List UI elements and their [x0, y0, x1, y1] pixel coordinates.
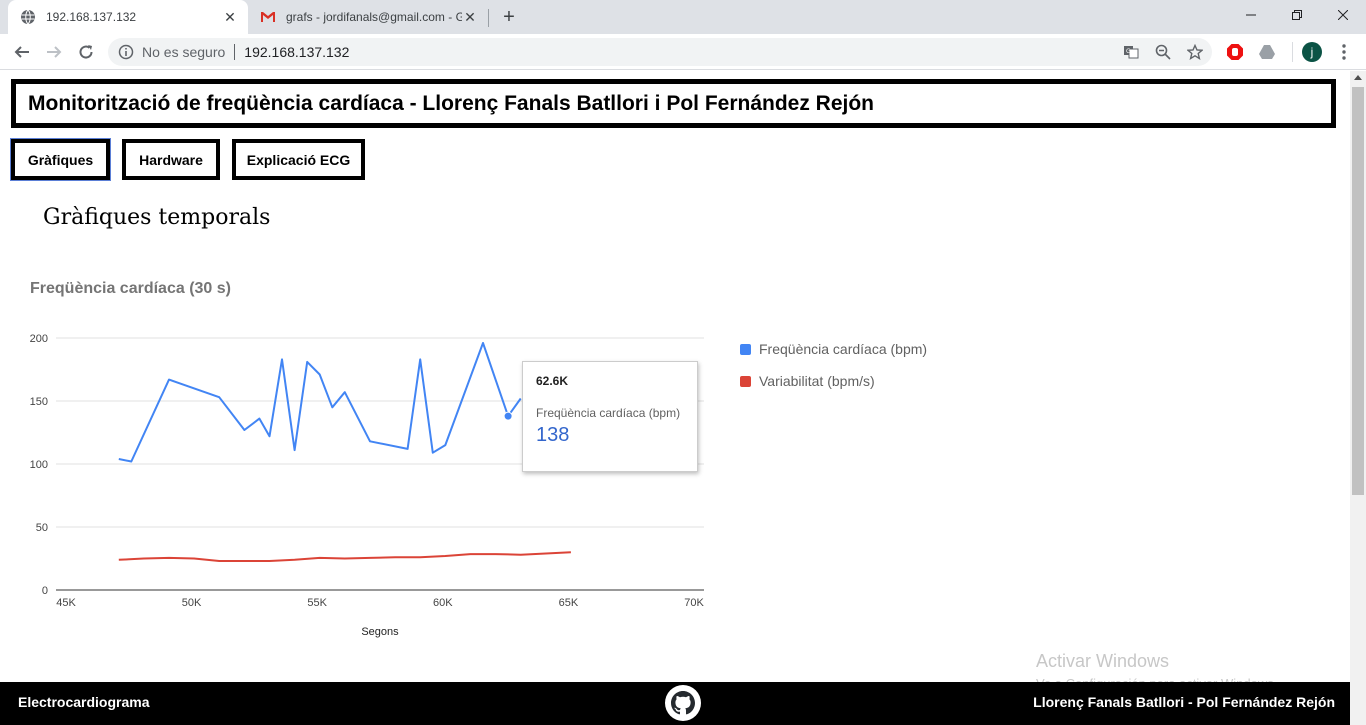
page-viewport: Monitorització de freqüència cardíaca - …	[0, 71, 1350, 725]
y-tick-label: 50	[36, 522, 48, 534]
section-title: Gràfiques temporals	[43, 205, 271, 230]
forward-arrow-icon[interactable]	[40, 38, 68, 66]
minimize-icon[interactable]	[1228, 0, 1274, 30]
tooltip-x-value: 62.6K	[536, 374, 569, 388]
close-icon[interactable]: ✕	[462, 9, 478, 25]
chart-title: Freqüència cardíaca (30 s)	[30, 280, 231, 297]
x-tick-label: 45K	[56, 597, 76, 609]
highlighted-point[interactable]	[503, 411, 513, 421]
page-header: Monitorització de freqüència cardíaca - …	[11, 79, 1336, 128]
restore-icon[interactable]	[1274, 0, 1320, 30]
scrollbar-thumb[interactable]	[1352, 87, 1364, 495]
url-text[interactable]: 192.168.137.132	[244, 44, 349, 60]
tab-label: Gràfiques	[27, 151, 94, 168]
x-tick-label: 70K	[684, 597, 704, 609]
close-window-icon[interactable]	[1320, 0, 1366, 30]
security-label: No es seguro	[142, 44, 226, 60]
tab-explicacio-ecg[interactable]: Explicació ECG	[232, 139, 365, 180]
tooltip-value: 138	[536, 424, 570, 446]
tab-label: Explicació ECG	[246, 151, 351, 168]
tab-label: Hardware	[139, 151, 203, 168]
legend-item-heart-rate[interactable]: Freqüència cardíaca (bpm)	[740, 339, 927, 359]
x-axis-label: Segons	[361, 626, 399, 638]
footer-left-text: Electrocardiograma	[18, 694, 150, 710]
page-title: Monitorització de freqüència cardíaca - …	[28, 91, 875, 115]
browser-tab-active[interactable]: 192.168.137.132 ✕	[8, 0, 248, 34]
tab-grafiques[interactable]: Gràfiques	[10, 138, 111, 181]
tab-title: 192.168.137.132	[46, 10, 137, 24]
github-icon[interactable]	[665, 685, 701, 721]
adblock-icon[interactable]	[1225, 42, 1245, 62]
legend-item-variability[interactable]: Variabilitat (bpm/s)	[740, 371, 927, 391]
omnibox-divider	[234, 44, 236, 60]
y-tick-label: 200	[30, 333, 48, 345]
browser-tab-gmail[interactable]: grafs - jordifanals@gmail.com - G ✕	[248, 0, 488, 34]
page-footer: Electrocardiograma Llorenç Fanals Batllo…	[0, 682, 1350, 725]
browser-tab-strip: 192.168.137.132 ✕ grafs - jordifanals@gm…	[0, 0, 1366, 34]
y-tick-label: 100	[30, 459, 48, 471]
address-bar[interactable]: No es seguro 192.168.137.132	[108, 38, 1212, 66]
menu-kebab-icon[interactable]	[1334, 42, 1354, 62]
x-tick-label: 55K	[307, 597, 327, 609]
legend-label: Variabilitat (bpm/s)	[759, 373, 875, 389]
gmail-icon	[260, 9, 276, 25]
y-tick-label: 150	[30, 396, 48, 408]
tooltip-series-name: Freqüència cardíaca (bpm)	[536, 406, 681, 420]
translate-icon[interactable]: G	[1121, 42, 1141, 62]
x-tick-label: 50K	[182, 597, 202, 609]
x-tick-label: 60K	[433, 597, 453, 609]
windows-activation-title: Activar Windows	[1036, 651, 1170, 671]
legend-swatch	[740, 375, 751, 387]
new-tab-plus-icon[interactable]: +	[498, 6, 520, 28]
chart-legend: Freqüència cardíaca (bpm) Variabilitat (…	[740, 339, 927, 403]
info-icon[interactable]	[118, 44, 134, 60]
scroll-up-arrow-icon[interactable]	[1354, 75, 1362, 80]
footer-right-text: Llorenç Fanals Batllori - Pol Fernández …	[1033, 694, 1335, 710]
profile-avatar[interactable]: j	[1302, 42, 1322, 62]
back-arrow-icon[interactable]	[8, 38, 36, 66]
drive-icon[interactable]	[1257, 42, 1277, 62]
avatar: j	[1302, 42, 1322, 62]
tab-title: grafs - jordifanals@gmail.com - G	[286, 10, 462, 24]
close-icon[interactable]: ✕	[222, 9, 238, 25]
legend-swatch	[740, 343, 751, 355]
toolbar-divider	[1292, 42, 1293, 62]
series-line-1[interactable]	[118, 342, 522, 463]
series-line-2[interactable]	[118, 551, 571, 562]
y-tick-label: 0	[42, 585, 48, 597]
x-tick-label: 65K	[559, 597, 579, 609]
svg-text:G: G	[1126, 48, 1131, 55]
legend-label: Freqüència cardíaca (bpm)	[759, 341, 928, 357]
reload-icon[interactable]	[72, 38, 100, 66]
globe-icon	[20, 9, 36, 25]
page-scrollbar[interactable]	[1350, 71, 1366, 725]
tab-separator	[488, 9, 489, 27]
chart-tooltip: 62.6K Freqüència cardíaca (bpm) 138	[522, 361, 698, 472]
tab-hardware[interactable]: Hardware	[122, 139, 220, 180]
star-bookmark-icon[interactable]	[1185, 42, 1205, 62]
zoom-icon[interactable]	[1153, 42, 1173, 62]
browser-toolbar: No es seguro 192.168.137.132 G j	[0, 34, 1366, 70]
